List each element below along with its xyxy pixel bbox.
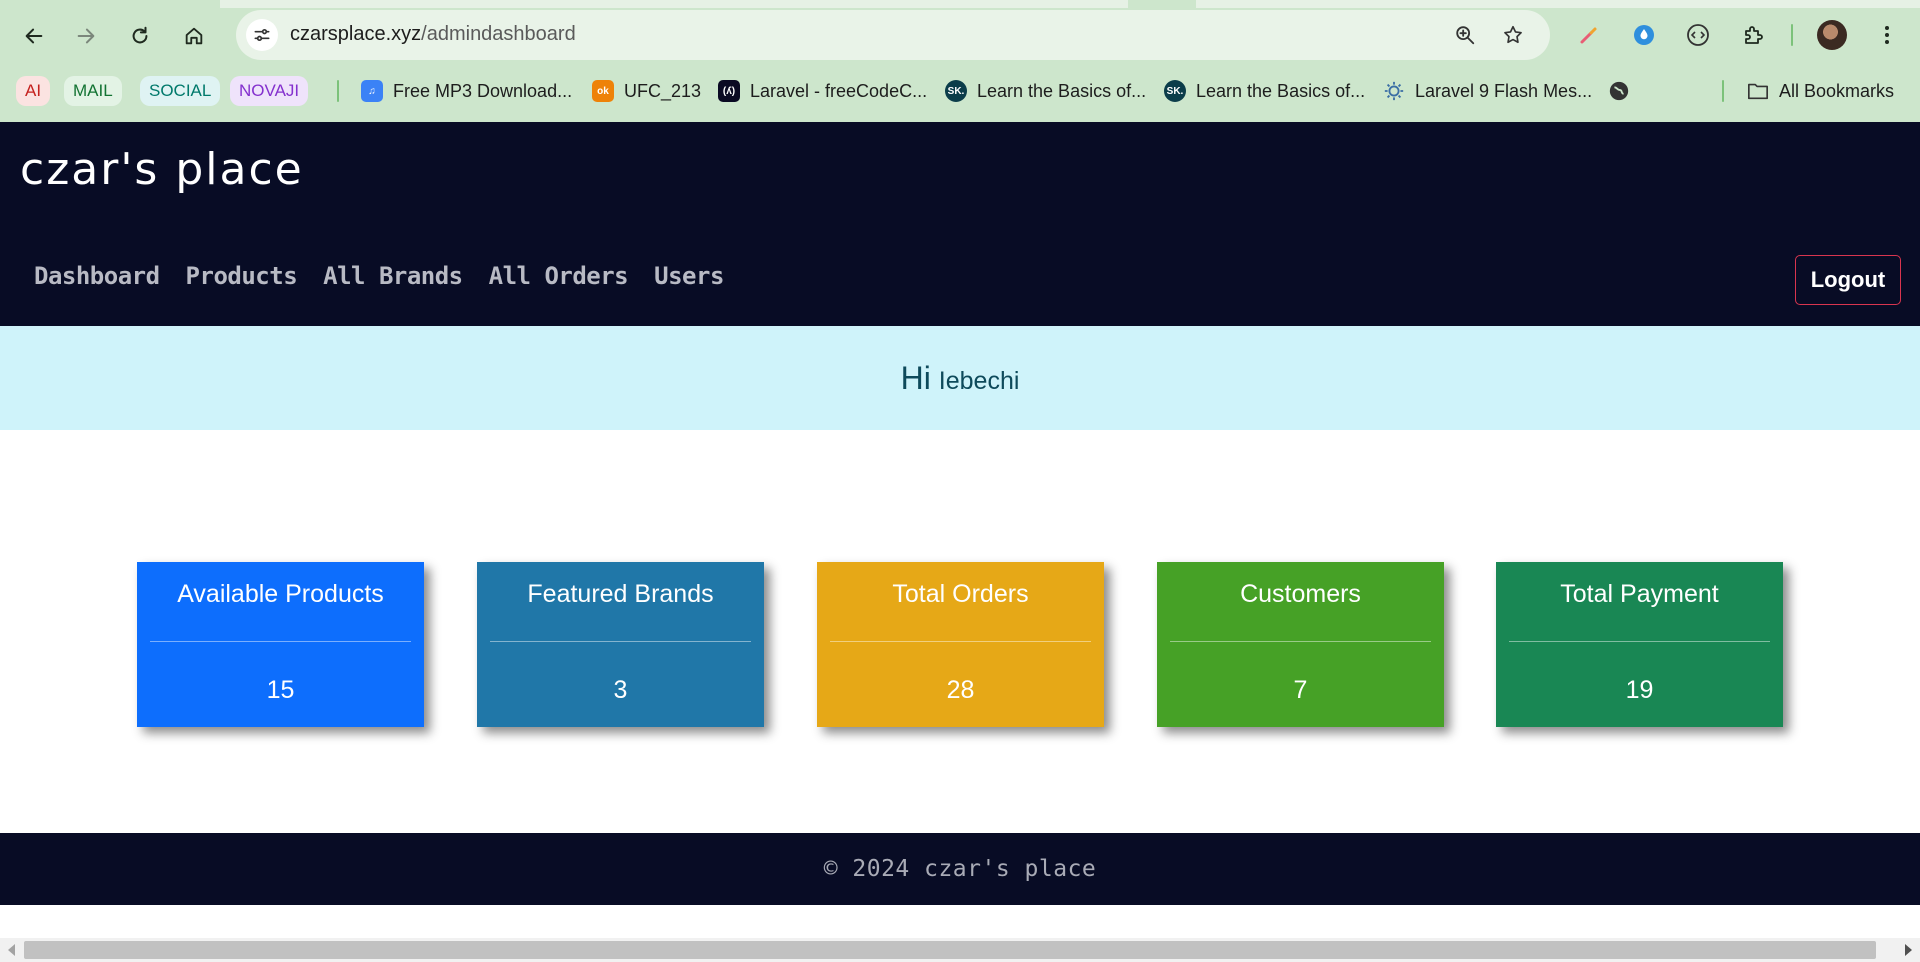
chip-label: SOCIAL [149, 81, 212, 100]
zoom-icon[interactable] [1452, 22, 1478, 48]
ok-icon: ok [592, 80, 614, 102]
bookmarks-separator [1722, 80, 1724, 102]
bookmark-label: Learn the Basics of... [977, 80, 1147, 101]
tab-strip [1196, 0, 1920, 8]
code-extension-icon[interactable] [1681, 18, 1715, 52]
logout-button[interactable]: Logout [1795, 255, 1901, 305]
nav-all-brands[interactable]: All Brands [323, 262, 463, 290]
stat-card-customers: Customers 7 [1157, 562, 1444, 727]
site-footer: © 2024 czar's place [0, 833, 1920, 905]
stat-card-value: 15 [266, 676, 295, 704]
stat-card-divider [830, 641, 1091, 642]
back-icon[interactable] [16, 18, 52, 54]
bookmark-star-icon[interactable] [1500, 22, 1526, 48]
chip-label: AI [25, 81, 42, 100]
nav-all-orders[interactable]: All Orders [489, 262, 629, 290]
stat-card-divider [490, 641, 751, 642]
folder-icon [1747, 80, 1769, 102]
tab-group-chip-ai[interactable]: AI [16, 76, 51, 106]
main-nav: Dashboard Products All Brands All Orders… [34, 262, 750, 290]
stat-card-total-payment: Total Payment 19 [1496, 562, 1783, 727]
stat-card-available-products: Available Products 15 [137, 562, 424, 727]
color-picker-extension-icon[interactable] [1572, 18, 1606, 52]
nav-products[interactable]: Products [186, 262, 298, 290]
all-bookmarks-label: All Bookmarks [1779, 80, 1895, 101]
scroll-right-arrow-icon[interactable] [1905, 944, 1912, 956]
droplet-extension-icon[interactable] [1627, 18, 1661, 52]
bookmark-item[interactable]: SK. Learn the Basics of... [1164, 77, 1365, 105]
music-icon: ♫ [361, 80, 383, 102]
stat-card-value: 19 [1625, 676, 1654, 704]
greeting-name: Iebechi [938, 366, 1020, 395]
stat-card-total-orders: Total Orders 28 [817, 562, 1104, 727]
toolbar-separator [1791, 24, 1793, 46]
stat-card-title: Available Products [177, 580, 384, 608]
freecodecamp-icon: (ʎ) [718, 80, 740, 102]
nav-users[interactable]: Users [654, 262, 724, 290]
greeting-hi: Hi [900, 359, 931, 396]
forward-icon[interactable] [68, 18, 104, 54]
stat-card-title: Featured Brands [527, 580, 714, 608]
all-bookmarks-button[interactable]: All Bookmarks [1747, 77, 1894, 105]
bookmark-item[interactable]: Laravel 9 Flash Mes... [1383, 77, 1592, 105]
stat-card-title: Total Payment [1560, 580, 1719, 608]
stat-card-divider [1509, 641, 1770, 642]
address-bar[interactable]: czarsplace.xyz/admindashboard [236, 10, 1550, 60]
bookmark-item[interactable]: SK. Learn the Basics of... [945, 77, 1146, 105]
tab-group-chip-social[interactable]: SOCIAL [140, 76, 221, 106]
more-menu-icon[interactable] [1870, 18, 1904, 52]
stat-card-featured-brands: Featured Brands 3 [477, 562, 764, 727]
bookmark-item[interactable]: (ʎ) Laravel - freeCodeC... [718, 77, 927, 105]
extensions-puzzle-icon[interactable] [1736, 18, 1770, 52]
sk-icon: SK. [945, 80, 967, 102]
sk-icon: SK. [1164, 80, 1186, 102]
bookmark-label: UFC_213 [624, 80, 702, 101]
nav-dashboard[interactable]: Dashboard [34, 262, 160, 290]
stat-card-title: Customers [1240, 580, 1361, 608]
bookmark-item[interactable]: ok UFC_213 [592, 77, 701, 105]
greeting-banner: Hi Iebechi [0, 326, 1920, 430]
tab-group-chip-novaji[interactable]: NOVAJI [230, 76, 309, 106]
bookmarks-separator [337, 80, 339, 102]
site-settings-icon[interactable] [246, 19, 278, 51]
bookmark-item[interactable] [1608, 77, 1640, 105]
browser-chrome: czarsplace.xyz/admindashboard AI MAIL SO… [0, 0, 1920, 122]
stat-card-value: 3 [613, 676, 628, 704]
bookmark-label: Laravel 9 Flash Mes... [1415, 80, 1593, 101]
home-icon[interactable] [176, 18, 212, 54]
tab-group-chip-mail[interactable]: MAIL [64, 76, 122, 106]
site-header: czar's place Dashboard Products All Bran… [0, 122, 1920, 326]
stat-card-divider [150, 641, 411, 642]
reload-icon[interactable] [122, 18, 158, 54]
bookmarks-bar: AI MAIL SOCIAL NOVAJI ♫ Free MP3 Downloa… [0, 72, 1920, 110]
scroll-left-arrow-icon[interactable] [8, 944, 15, 956]
active-tab-strip [220, 0, 1128, 8]
scrollbar-thumb[interactable] [24, 941, 1876, 959]
bookmark-label: Laravel - freeCodeC... [750, 80, 928, 101]
site-brand[interactable]: czar's place [20, 144, 304, 195]
url-domain: czarsplace.xyz [290, 23, 422, 45]
horizontal-scrollbar[interactable] [0, 938, 1920, 962]
chip-label: MAIL [73, 81, 113, 100]
chip-label: NOVAJI [239, 81, 300, 100]
stats-cards: Available Products 15 Featured Brands 3 … [0, 562, 1920, 728]
footer-copyright: © 2024 czar's place [823, 856, 1097, 882]
bookmark-item[interactable]: ♫ Free MP3 Download... [361, 77, 572, 105]
url-path: /admindashboard [421, 23, 576, 45]
profile-avatar[interactable] [1817, 20, 1847, 50]
globe-icon [1608, 80, 1630, 102]
stat-card-title: Total Orders [892, 580, 1029, 608]
stat-card-divider [1170, 641, 1431, 642]
stat-card-value: 7 [1293, 676, 1308, 704]
url-text[interactable]: czarsplace.xyz/admindashboard [290, 23, 576, 46]
stat-card-value: 28 [946, 676, 975, 704]
gear-bulb-icon [1383, 80, 1405, 102]
bookmark-label: Free MP3 Download... [393, 80, 573, 101]
bookmark-label: Learn the Basics of... [1196, 80, 1366, 101]
